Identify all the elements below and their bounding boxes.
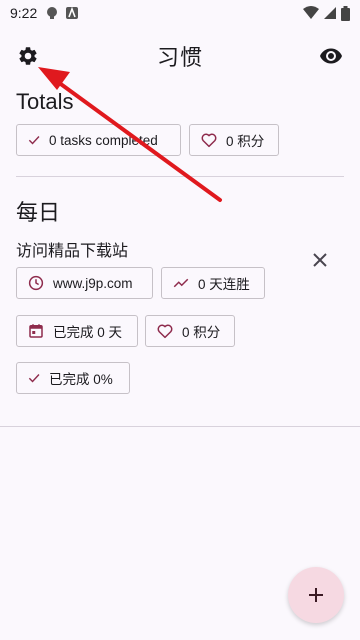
app-notification-icon bbox=[66, 6, 79, 19]
completed-days-label: 已完成 0 天 bbox=[53, 325, 123, 340]
status-time: 9:22 bbox=[10, 5, 38, 21]
status-right bbox=[303, 5, 350, 21]
streak-chip[interactable]: 0 天连胜 bbox=[161, 267, 265, 299]
tasks-completed-label: 0 tasks completed bbox=[49, 132, 158, 148]
app-bar: 习惯 bbox=[0, 34, 360, 78]
divider bbox=[16, 176, 344, 177]
habit-points-chip[interactable]: 0 积分 bbox=[145, 315, 235, 347]
streak-label: 0 天连胜 bbox=[198, 277, 250, 292]
status-bar: 9:22 bbox=[0, 0, 360, 26]
totals-points-label: 0 积分 bbox=[226, 134, 265, 149]
tasks-completed-chip[interactable]: 0 tasks completed bbox=[16, 124, 181, 156]
notification-icon bbox=[47, 7, 58, 19]
heart-icon bbox=[201, 133, 217, 148]
completed-percent-label: 已完成 0% bbox=[49, 372, 113, 387]
close-icon bbox=[313, 253, 327, 267]
completed-percent-chip[interactable]: 已完成 0% bbox=[16, 362, 130, 394]
habit-url-chip[interactable]: www.j9p.com bbox=[16, 267, 153, 299]
trend-icon bbox=[173, 278, 189, 288]
eye-icon bbox=[320, 48, 342, 64]
gear-icon bbox=[19, 47, 37, 65]
completed-days-chip[interactable]: 已完成 0 天 bbox=[16, 315, 138, 347]
daily-title: 每日 bbox=[16, 200, 61, 225]
heart-icon bbox=[157, 324, 173, 339]
signal-icon bbox=[324, 7, 336, 19]
page-title: 习惯 bbox=[156, 45, 203, 70]
battery-icon bbox=[341, 5, 350, 21]
add-habit-button[interactable] bbox=[288, 567, 344, 623]
plus-icon bbox=[309, 588, 323, 602]
calendar-icon bbox=[29, 324, 43, 338]
clock-icon bbox=[28, 275, 44, 291]
visibility-button[interactable] bbox=[316, 42, 346, 70]
totals-title: Totals bbox=[16, 89, 74, 114]
bottom-divider bbox=[0, 426, 360, 427]
habit-url-label: www.j9p.com bbox=[53, 275, 133, 291]
habit-name[interactable]: 访问精品下载站 bbox=[16, 237, 128, 261]
settings-button[interactable] bbox=[14, 42, 42, 70]
totals-points-chip[interactable]: 0 积分 bbox=[189, 124, 279, 156]
check-icon bbox=[28, 136, 40, 145]
habit-points-label: 0 积分 bbox=[182, 325, 221, 340]
remove-habit-button[interactable] bbox=[308, 248, 332, 272]
check-icon bbox=[28, 374, 40, 383]
wifi-icon bbox=[303, 6, 319, 19]
